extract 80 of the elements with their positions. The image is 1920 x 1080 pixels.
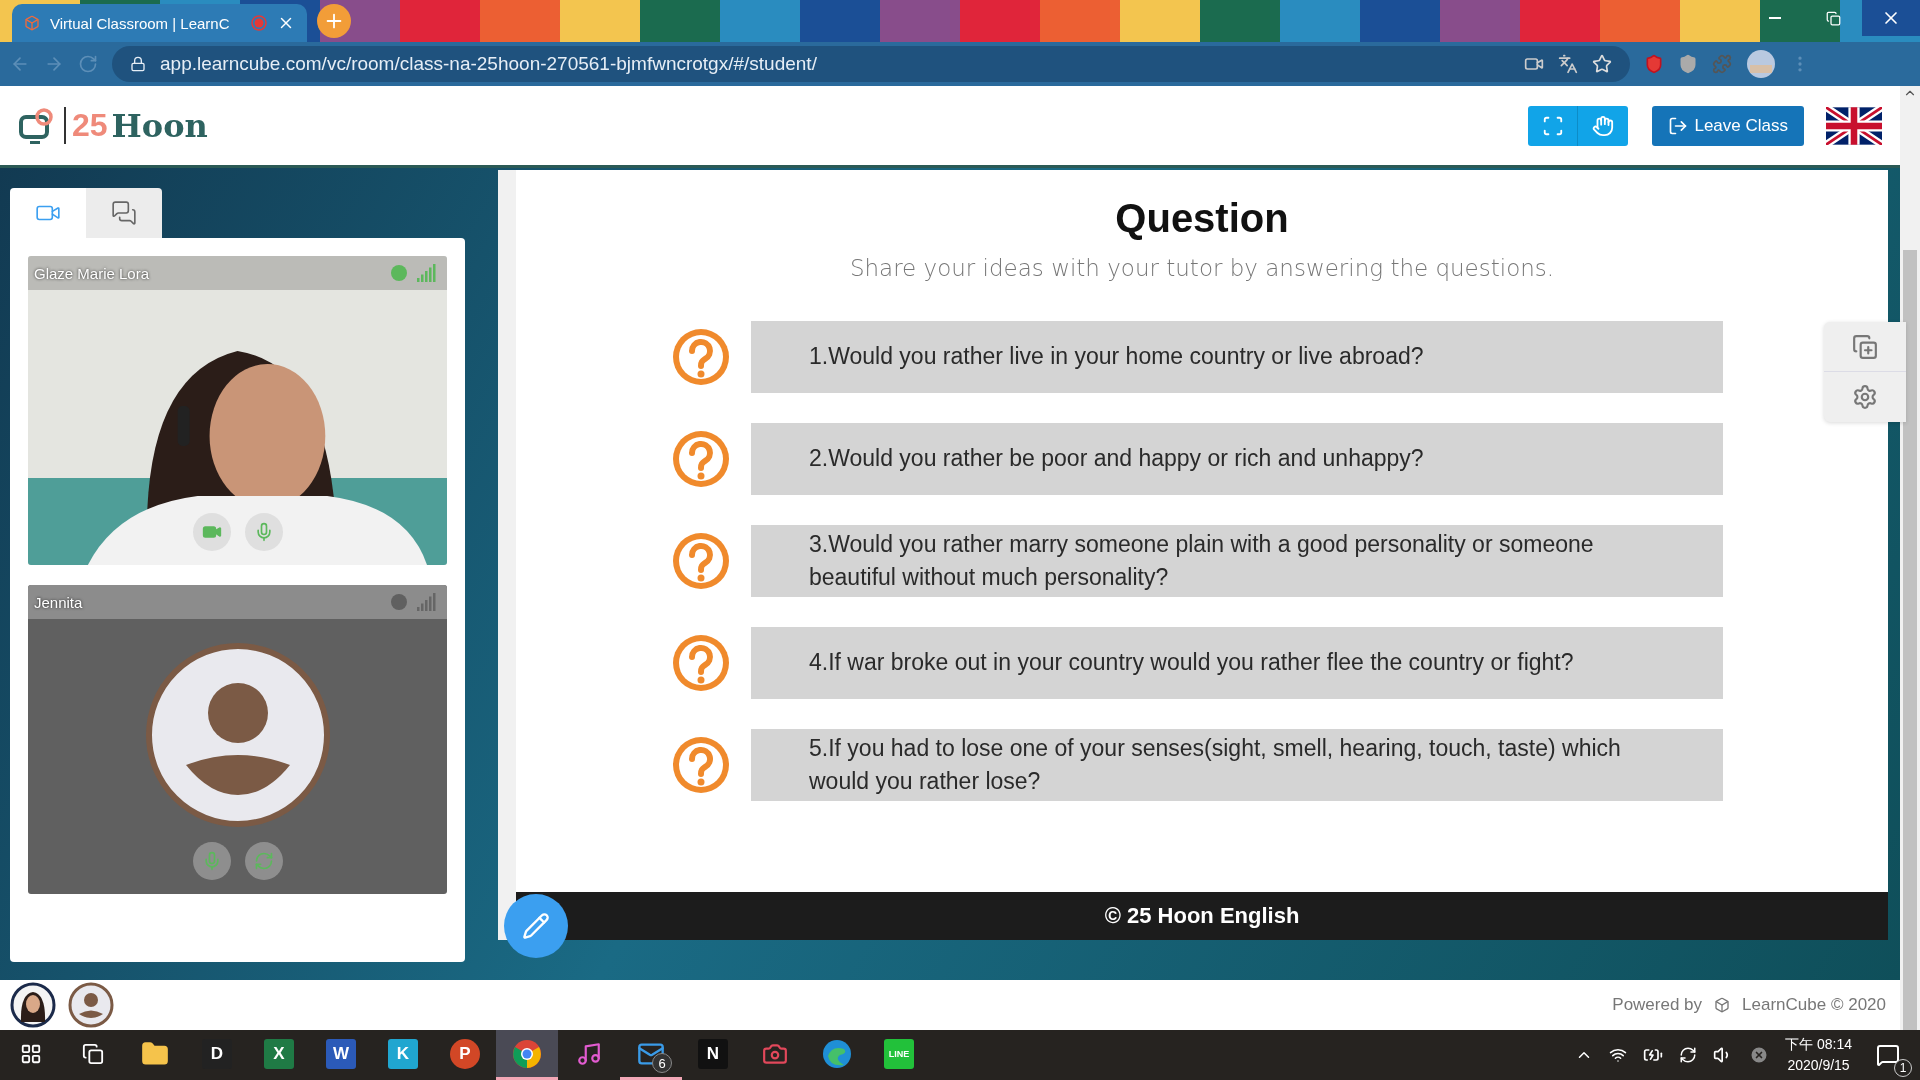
slide-subtitle: Share your ideas with your tutor by answering the questions. bbox=[849, 255, 1555, 281]
shield-icon[interactable] bbox=[1678, 54, 1698, 74]
avatar-icon[interactable] bbox=[68, 982, 114, 1028]
logo-icon bbox=[18, 106, 56, 145]
mic-button[interactable] bbox=[192, 842, 231, 880]
lock-icon bbox=[130, 56, 146, 72]
question-text: 1.Would you rather live in your home country or live abroad? bbox=[751, 321, 1723, 393]
avatar-icon bbox=[145, 643, 330, 827]
browser-tab[interactable]: Virtual Classroom | LearnC bbox=[12, 4, 307, 42]
minimize-icon bbox=[1769, 17, 1781, 19]
chat-icon bbox=[111, 200, 137, 226]
powered-by-text: Powered by bbox=[1612, 995, 1703, 1015]
slide-footer: © 25 Hoon English bbox=[516, 892, 1888, 940]
music-icon bbox=[576, 1040, 602, 1067]
windows-icon bbox=[20, 1042, 42, 1065]
status-icon[interactable] bbox=[1749, 1045, 1770, 1065]
restore-icon bbox=[1825, 10, 1841, 26]
slide-title: Question bbox=[1115, 196, 1289, 241]
sync-icon[interactable] bbox=[1679, 1046, 1698, 1064]
folder-icon bbox=[141, 1039, 169, 1068]
taskbar-app[interactable]: W bbox=[310, 1030, 372, 1080]
profile-avatar[interactable] bbox=[1746, 49, 1776, 79]
fullscreen-icon bbox=[1541, 114, 1564, 137]
question-text: 5.If you had to lose one of your senses(sight, smell, hearing, touch, taste) which would you rather lose? bbox=[751, 729, 1723, 801]
switch-button[interactable] bbox=[244, 842, 283, 880]
taskbar-app[interactable]: P bbox=[434, 1030, 496, 1080]
taskbar-app[interactable]: K bbox=[372, 1030, 434, 1080]
app-icon: K bbox=[388, 1038, 418, 1069]
hand-icon bbox=[1592, 114, 1615, 137]
app-icon: D bbox=[202, 1038, 232, 1069]
app-icon: X bbox=[264, 1038, 294, 1069]
app-icon: W bbox=[326, 1038, 356, 1069]
question-text: 2.Would you rather be poor and happy or rich and unhappy? bbox=[751, 423, 1723, 495]
scrollbar-thumb[interactable] bbox=[1903, 250, 1917, 1030]
logo-text: Hoon bbox=[111, 106, 208, 145]
star-icon[interactable] bbox=[1592, 54, 1612, 74]
add-page-icon bbox=[1852, 333, 1878, 360]
exit-icon bbox=[1668, 115, 1689, 136]
count-badge: 1 bbox=[1894, 1059, 1912, 1077]
logo-text: 25 bbox=[64, 107, 108, 144]
question-mark-icon bbox=[671, 735, 731, 795]
video-tab[interactable] bbox=[10, 188, 86, 238]
settings-icon bbox=[1852, 384, 1878, 410]
chat-tab[interactable] bbox=[86, 188, 162, 238]
signal-icon bbox=[417, 593, 437, 611]
app-icon: LINE bbox=[884, 1038, 914, 1069]
leave-class-button[interactable]: Leave Class bbox=[1652, 105, 1804, 146]
taskbar-app[interactable]: 6 bbox=[620, 1030, 682, 1080]
signal-icon bbox=[417, 264, 437, 282]
flag-icon[interactable] bbox=[1826, 106, 1882, 145]
participant-name: Jennita bbox=[34, 593, 84, 611]
app-icon: P bbox=[450, 1038, 480, 1069]
brand-text: LearnCube © 2020 bbox=[1742, 995, 1886, 1015]
taskbar-app[interactable]: N bbox=[682, 1030, 744, 1080]
task-view-icon bbox=[82, 1042, 104, 1065]
close-button[interactable] bbox=[1862, 0, 1920, 36]
avatar-icon[interactable] bbox=[10, 982, 56, 1028]
count-badge: 6 bbox=[652, 1053, 672, 1073]
question-mark-icon bbox=[671, 633, 731, 693]
translate-icon[interactable] bbox=[1558, 54, 1578, 74]
message-icon bbox=[1876, 1043, 1900, 1067]
taskbar-app[interactable]: D bbox=[186, 1030, 248, 1080]
browser-icon bbox=[822, 1038, 852, 1069]
pencil-icon bbox=[522, 912, 550, 940]
clock-time: 下午 08:14 bbox=[1785, 1035, 1852, 1054]
clock-date: 2020/9/15 bbox=[1787, 1056, 1850, 1075]
cube-icon bbox=[24, 15, 40, 31]
participant-name: Glaze Marie Lora bbox=[34, 264, 151, 282]
question-mark-icon bbox=[671, 327, 731, 387]
address-bar[interactable]: app.learncube.com/vc/room/class-na-25hoon-270561-bjmfwncrotgx/#/student/ bbox=[112, 46, 1630, 82]
app-icon: N bbox=[698, 1038, 728, 1069]
taskbar-app[interactable]: X bbox=[248, 1030, 310, 1080]
browser-icon bbox=[512, 1038, 542, 1069]
question-mark-icon bbox=[671, 531, 731, 591]
question-text: 4.If war broke out in your country would you rather flee the country or fight? bbox=[751, 627, 1723, 699]
question-mark-icon bbox=[671, 429, 731, 489]
refresh-icon bbox=[253, 851, 274, 871]
cube-icon bbox=[1714, 997, 1731, 1013]
question-text: 3.Would you rather marry someone plain with a good personality or someone beautiful without much personality? bbox=[751, 525, 1723, 597]
network-icon[interactable] bbox=[1609, 1046, 1628, 1064]
